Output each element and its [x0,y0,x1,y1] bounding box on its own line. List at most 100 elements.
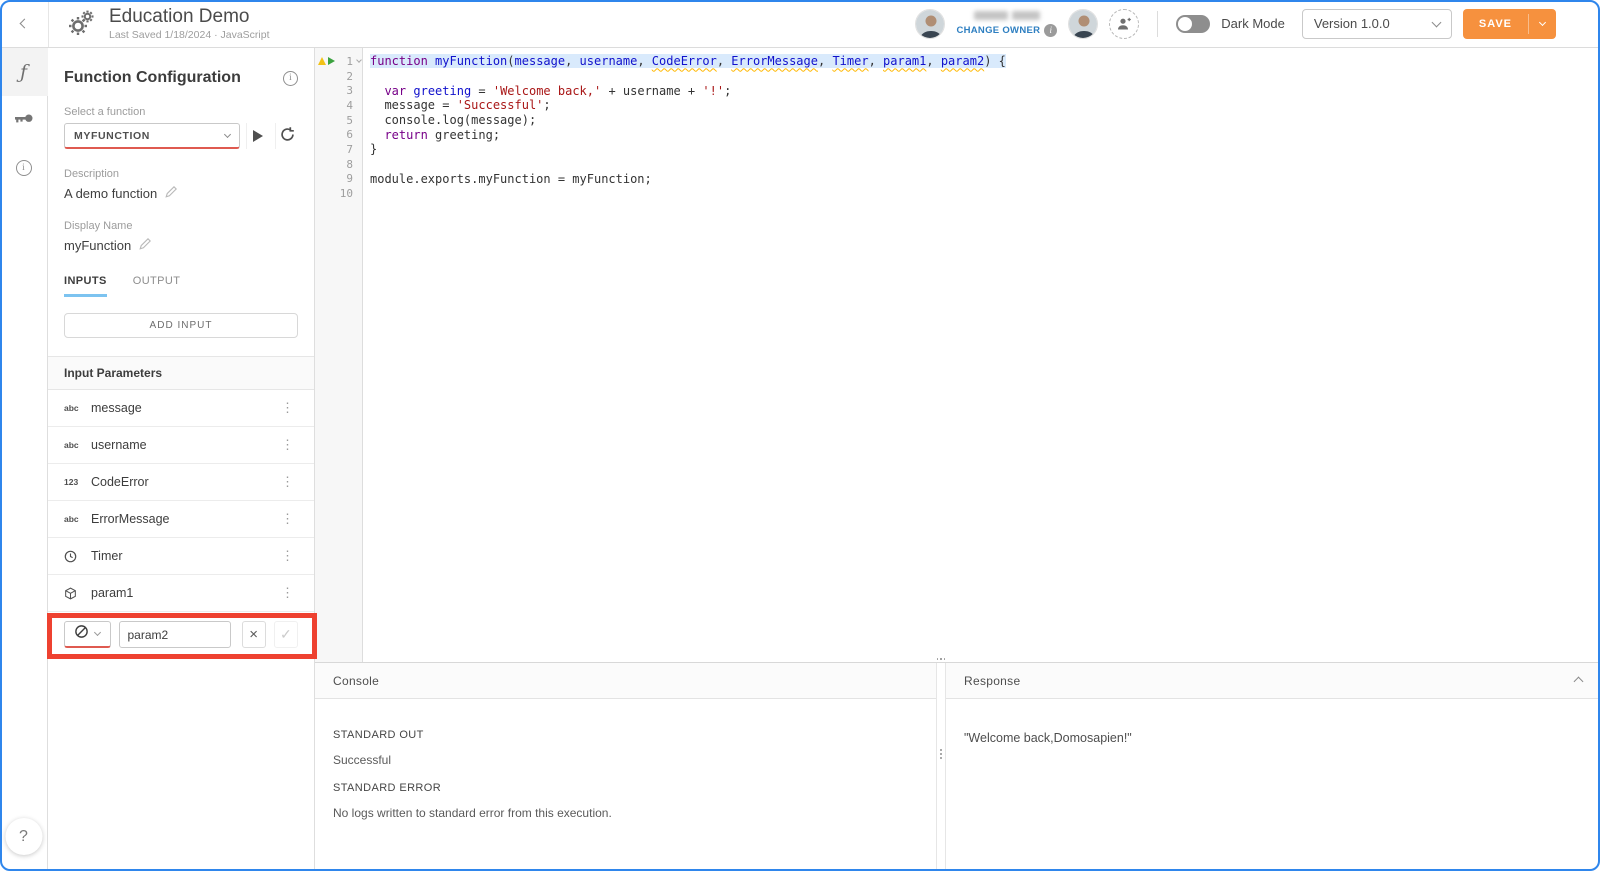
param-type-dropdown[interactable] [64,621,111,648]
line-number: 8 [346,157,353,171]
drag-handle-icon[interactable] [937,658,945,660]
edit-display-name-button[interactable] [139,237,152,253]
code-line: 9 module.exports.myFunction = myFunction; [315,172,1600,187]
save-button[interactable]: SAVE [1462,8,1556,39]
console-header: Console [315,663,936,699]
page-title: Education Demo [109,6,250,27]
top-header: Education Demo Last Saved 1/18/2024 · Ja… [0,0,1600,48]
code-line: 8 [315,157,1600,172]
header-actions: CHANGE OWNER Dark Mode Version 1.0.0 SAV… [915,0,1600,47]
collapse-response-button[interactable] [1573,673,1584,688]
bottom-panels: Console STANDARD OUT Successful STANDARD E… [315,658,1600,871]
panel-title: Function Configuration [64,69,241,86]
reset-function-button[interactable] [275,123,298,149]
chevron-down-icon [1538,18,1547,26]
confirm-param-button[interactable] [273,621,298,648]
param-row: abc username [48,427,314,464]
param-name: username [91,438,147,452]
code-line: 10 [315,186,1600,201]
description-label: Description [64,168,120,180]
run-function-button[interactable] [246,123,269,149]
sidebar-item-info[interactable] [0,144,48,192]
save-dropdown-chevron[interactable] [1529,9,1556,39]
response-title: Response [964,673,1021,688]
code-line: 1 function myFunction(message, username, … [315,54,1600,69]
line-number: 9 [346,172,353,186]
add-person-icon[interactable] [1109,8,1140,39]
function-select-value: MYFUNCTION [74,129,150,142]
description-value: A demo function [64,185,158,201]
cancel-param-button[interactable] [241,621,266,648]
code-line: 7} [315,142,1600,157]
panel-resizer[interactable] [937,663,945,871]
param-name: Timer [91,549,123,563]
dark-mode-toggle[interactable] [1176,14,1211,33]
console-section-label: STANDARD OUT [333,729,424,741]
param-name: CodeError [91,475,149,489]
panel-info-icon[interactable] [283,70,298,86]
new-param-row [47,612,317,659]
text-type-icon: abc [64,514,79,524]
sidebar-item-functions[interactable] [0,48,48,96]
chevron-down-icon [94,628,102,637]
version-value: Version 1.0.0 [1313,16,1390,31]
line-number: 4 [346,98,353,112]
param-name: message [91,401,142,415]
line-number: 7 [346,142,353,156]
run-line-icon[interactable] [328,57,335,66]
owner-avatar[interactable] [915,8,946,39]
line-number: 2 [346,69,353,83]
pencil-icon [139,237,152,253]
pencil-icon [165,185,178,201]
console-title: Console [333,673,380,688]
console-section-label: STANDARD ERROR [333,782,442,794]
param-menu-kebab-icon[interactable] [273,581,302,605]
code-editor[interactable]: 1 function myFunction(message, username, … [315,48,1600,662]
chevron-left-icon [19,18,29,29]
text-type-icon: abc [64,440,79,450]
gears-icon [66,9,96,39]
header-title-group: Education Demo Last Saved 1/18/2024 · Ja… [49,0,270,47]
code-line: 4 message = 'Successful'; [315,98,1600,113]
input-parameters-header: Input Parameters [48,356,314,390]
display-name-label: Display Name [64,220,133,232]
add-input-button[interactable]: ADD INPUT [64,313,298,338]
back-button[interactable] [0,0,49,47]
chevron-up-icon [1573,676,1584,687]
help-button[interactable] [5,818,42,855]
text-type-icon: abc [64,403,79,413]
refresh-icon [279,126,296,146]
param-menu-kebab-icon[interactable] [273,507,302,531]
param-row: abc message [48,390,314,427]
owner-info-icon[interactable] [1044,23,1058,37]
line-number: 6 [346,128,353,142]
param-menu-kebab-icon[interactable] [273,544,302,568]
app-window: Education Demo Last Saved 1/18/2024 · Ja… [0,0,1600,871]
fold-chevron-icon[interactable] [353,57,364,64]
line-number: 3 [346,84,353,98]
version-dropdown[interactable]: Version 1.0.0 [1301,8,1452,39]
line-number: 1 [346,54,353,68]
param-menu-kebab-icon[interactable] [273,433,302,457]
collaborator-avatar[interactable] [1068,8,1099,39]
drag-handle-icon [940,749,942,759]
code-line: 6 return greeting; [315,127,1600,142]
param-name-input[interactable] [118,621,231,648]
change-owner-link[interactable]: CHANGE OWNER [956,25,1040,36]
console-section-text: Successful [333,753,392,767]
function-select[interactable]: MYFUNCTION [64,123,240,149]
divider [1157,10,1159,37]
code-line: 2 [315,69,1600,84]
number-type-icon: 123 [64,477,79,487]
key-icon [14,113,34,128]
tab-inputs[interactable]: INPUTS [64,275,107,297]
tab-output[interactable]: OUTPUT [133,275,181,297]
play-icon [253,130,263,142]
param-menu-kebab-icon[interactable] [273,470,302,494]
function-icon [20,61,27,83]
param-menu-kebab-icon[interactable] [273,396,302,420]
sidebar-item-keys[interactable] [0,96,48,144]
edit-description-button[interactable] [165,185,178,201]
response-header: Response [946,663,1600,699]
response-panel: Response "Welcome back,Domosapien!" [945,663,1600,871]
